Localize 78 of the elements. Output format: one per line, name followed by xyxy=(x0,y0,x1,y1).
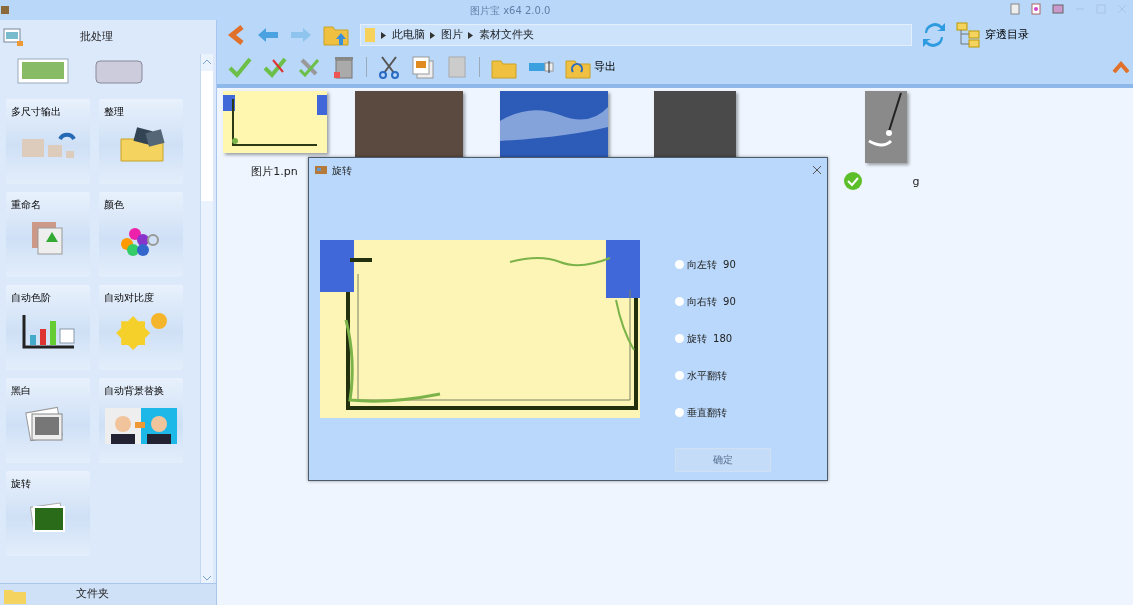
palette-button[interactable] xyxy=(1031,3,1041,15)
window-title: 图片宝 x64 2.0.0 xyxy=(470,4,551,18)
rename-field-icon xyxy=(528,60,554,74)
document-button[interactable] xyxy=(1010,3,1020,15)
collapse-chevron-button[interactable] xyxy=(1112,61,1131,73)
tool-tile[interactable]: 整理 xyxy=(98,98,183,184)
wrench-check-icon xyxy=(298,56,322,78)
checkmark-cross-icon xyxy=(263,56,287,78)
rotate-option[interactable]: 垂直翻转 xyxy=(675,394,771,431)
folder-up-button[interactable] xyxy=(323,23,349,47)
app-icon xyxy=(314,165,327,175)
tool-tile[interactable]: 颜色 xyxy=(98,191,183,277)
scissors-icon xyxy=(378,55,400,79)
close-button[interactable] xyxy=(811,165,822,175)
success-check-icon xyxy=(843,171,863,191)
file-name: 图片1.pn xyxy=(251,163,298,180)
grid-button[interactable] xyxy=(1052,4,1064,14)
arrow-right-button[interactable] xyxy=(290,27,312,43)
export-button[interactable]: 导出 xyxy=(565,55,616,79)
grid-icon xyxy=(1052,4,1064,14)
rename-field-button[interactable] xyxy=(528,60,554,74)
radio-button[interactable] xyxy=(675,260,684,269)
back-chevron-button[interactable] xyxy=(228,25,246,45)
rotate-option[interactable]: 向左转 90 xyxy=(675,246,771,283)
refresh-button[interactable] xyxy=(923,23,945,47)
radio-button[interactable] xyxy=(675,408,684,417)
triangle-right-icon xyxy=(381,31,387,39)
radio-button[interactable] xyxy=(675,297,684,306)
arrow-right-icon xyxy=(290,27,312,43)
back-chevron-icon xyxy=(228,25,246,45)
batch-process-label: 批处理 xyxy=(78,28,113,45)
file-name: g xyxy=(912,173,920,190)
folder-up-icon xyxy=(323,23,349,47)
arrow-left-icon xyxy=(257,27,279,43)
batch-photos-icon xyxy=(2,26,25,48)
close-icon xyxy=(811,165,822,175)
wrench-check-button[interactable] xyxy=(298,56,322,78)
breadcrumb-link[interactable]: 素材文件夹 xyxy=(478,26,534,44)
collapse-chevron-icon xyxy=(1112,61,1131,73)
copy-photo-icon xyxy=(411,55,435,79)
folder-label: 文件夹 xyxy=(75,586,110,603)
radio-button[interactable] xyxy=(675,371,684,380)
dialog-title: 旋转 xyxy=(332,163,353,178)
app-icon xyxy=(0,5,10,15)
triangle-right-icon xyxy=(430,31,436,39)
radio-button[interactable] xyxy=(675,334,684,343)
scroll-thumb[interactable] xyxy=(201,70,213,201)
tool-tile[interactable]: 重命名 xyxy=(5,191,90,277)
checkmark-button[interactable] xyxy=(228,56,252,78)
breadcrumb-link[interactable]: 图片 xyxy=(440,26,463,44)
scrollbar[interactable] xyxy=(200,54,213,583)
tool-tile[interactable]: 自动色阶 xyxy=(5,284,90,370)
tool-tile[interactable]: 自动对比度 xyxy=(98,284,183,370)
trash-button[interactable] xyxy=(333,55,355,79)
tool-tile[interactable]: 自动背景替换 xyxy=(98,377,183,463)
rotate-option[interactable]: 旋转 180 xyxy=(675,320,771,357)
checkmark-icon xyxy=(228,56,252,78)
trash-icon xyxy=(333,55,355,79)
tool-tile[interactable]: 多尺寸输出 xyxy=(5,98,90,184)
chevron-up-icon xyxy=(201,57,213,67)
folder-tree-icon xyxy=(956,22,982,48)
scissors-button[interactable] xyxy=(378,55,400,79)
arrow-left-button[interactable] xyxy=(257,27,279,43)
triangle-right-icon xyxy=(468,31,474,39)
checkmark-cross-button[interactable] xyxy=(263,56,287,78)
tool-tile[interactable]: 黑白 xyxy=(5,377,90,463)
rotate-option[interactable]: 水平翻转 xyxy=(675,357,771,394)
chevron-down-icon xyxy=(201,573,213,583)
document-icon xyxy=(1010,3,1020,15)
through-directory-button[interactable]: 穿透目录 xyxy=(956,22,1029,48)
tool-tile[interactable]: 旋转 xyxy=(5,470,90,556)
folder-icon xyxy=(363,27,376,43)
address-bar[interactable]: 此电脑 图片 素材文件夹 xyxy=(360,24,912,46)
palette-icon xyxy=(1031,3,1041,15)
rotate-option[interactable]: 向右转 90 xyxy=(675,283,771,320)
copy-photo-button[interactable] xyxy=(411,55,435,79)
breadcrumb-link[interactable]: 此电脑 xyxy=(391,26,425,44)
refresh-icon xyxy=(923,23,945,47)
